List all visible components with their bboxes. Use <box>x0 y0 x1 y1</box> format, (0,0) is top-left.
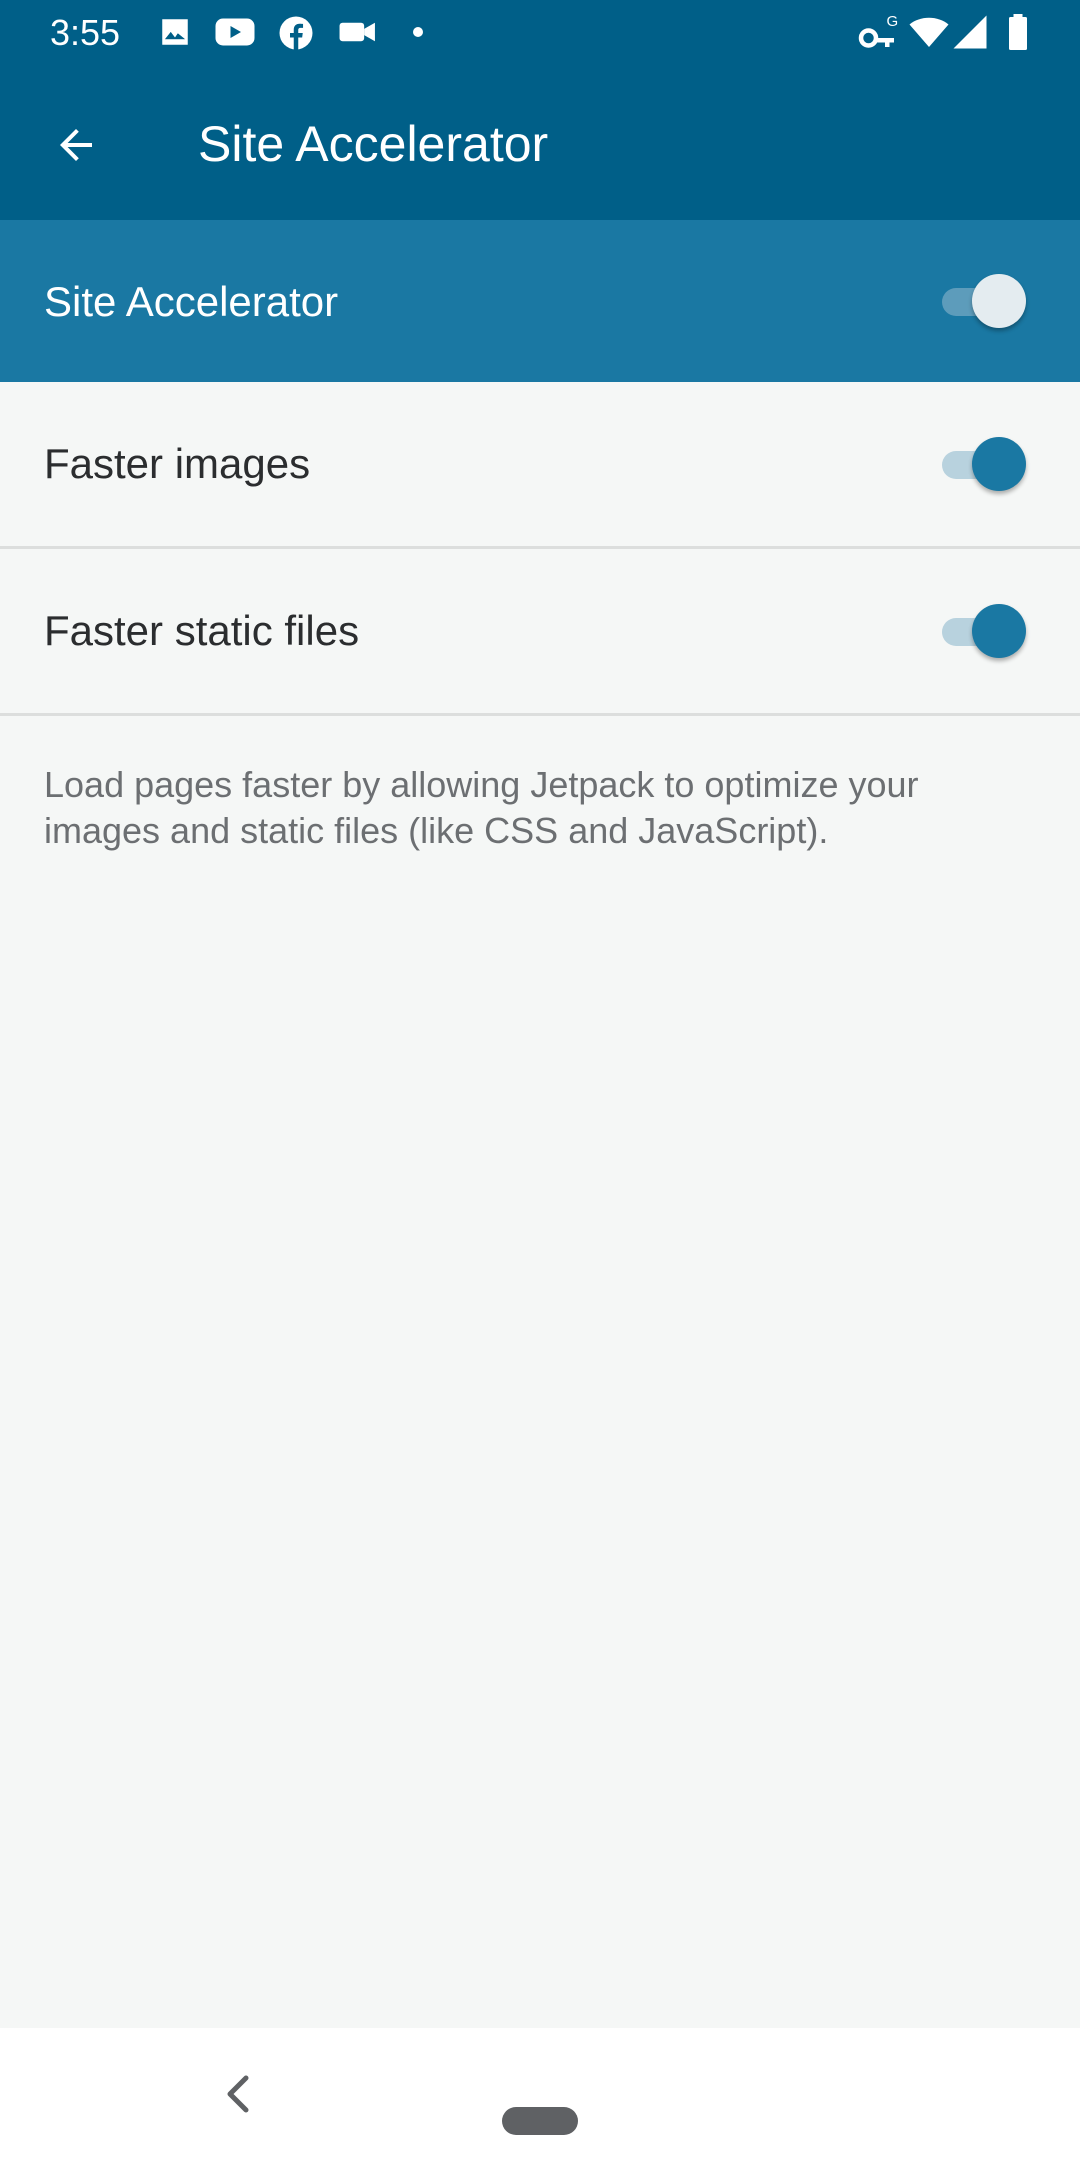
faster-images-row[interactable]: Faster images <box>0 382 1080 549</box>
back-button[interactable] <box>40 109 112 181</box>
vpn-key-icon: G <box>858 13 899 48</box>
navigation-bar <box>0 2028 1080 2160</box>
signal-icon <box>953 15 987 49</box>
arrow-left-icon <box>60 129 92 161</box>
status-time: 3:55 <box>50 12 121 53</box>
vpn-key-badge: G <box>887 13 899 30</box>
youtube-icon <box>215 18 255 46</box>
dot-icon <box>413 27 423 37</box>
image-icon <box>162 19 188 45</box>
faster-images-switch[interactable] <box>936 434 1026 494</box>
video-camera-icon <box>339 22 375 42</box>
description-text: Load pages faster by allowing Jetpack to… <box>44 764 919 851</box>
status-bar: 3:55 G <box>0 0 1080 66</box>
master-toggle-switch[interactable] <box>936 271 1026 331</box>
switch-thumb <box>972 274 1026 328</box>
facebook-icon <box>279 16 313 50</box>
home-pill-icon[interactable] <box>502 2107 578 2135</box>
switch-thumb <box>972 604 1026 658</box>
wifi-icon <box>909 17 949 47</box>
screen: 3:55 G Site Accelerator Site Accelerator… <box>0 0 1080 2160</box>
faster-static-files-row[interactable]: Faster static files <box>0 549 1080 716</box>
chevron-left-icon[interactable] <box>220 2072 260 2116</box>
faster-static-files-switch[interactable] <box>936 601 1026 661</box>
page-title: Site Accelerator <box>198 116 549 172</box>
faster-images-label: Faster images <box>44 440 311 487</box>
app-bar: Site Accelerator <box>0 66 1080 220</box>
faster-static-files-label: Faster static files <box>44 607 360 654</box>
master-toggle-label: Site Accelerator <box>44 278 339 325</box>
switch-thumb <box>972 437 1026 491</box>
battery-icon <box>1009 14 1027 50</box>
master-toggle-row[interactable]: Site Accelerator <box>0 220 1080 382</box>
